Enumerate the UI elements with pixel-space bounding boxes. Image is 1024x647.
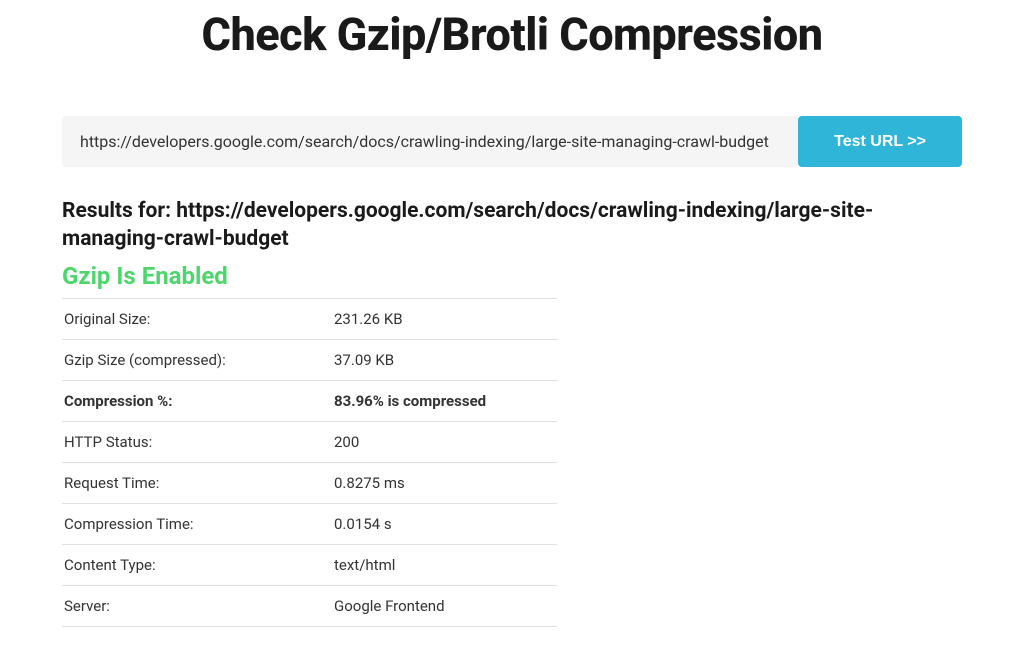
table-row: Original Size:231.26 KB bbox=[62, 298, 557, 339]
result-label: HTTP Status: bbox=[62, 421, 332, 462]
result-value: 0.0154 s bbox=[332, 503, 557, 544]
result-label: Original Size: bbox=[62, 298, 332, 339]
result-value: 37.09 KB bbox=[332, 339, 557, 380]
result-label: Server: bbox=[62, 585, 332, 626]
gzip-status: Gzip Is Enabled bbox=[62, 262, 962, 290]
result-value: 231.26 KB bbox=[332, 298, 557, 339]
result-value: 83.96% is compressed bbox=[332, 380, 557, 421]
result-label: Gzip Size (compressed): bbox=[62, 339, 332, 380]
result-value: 200 bbox=[332, 421, 557, 462]
result-label: Compression %: bbox=[62, 380, 332, 421]
result-value: text/html bbox=[332, 544, 557, 585]
table-row: Gzip Size (compressed):37.09 KB bbox=[62, 339, 557, 380]
results-heading-prefix: Results for: bbox=[62, 199, 176, 223]
page-title: Check Gzip/Brotli Compression bbox=[62, 8, 962, 61]
table-row: Content Type:text/html bbox=[62, 544, 557, 585]
result-value: Google Frontend bbox=[332, 585, 557, 626]
results-url: https://developers.google.com/search/doc… bbox=[62, 199, 873, 251]
result-label: Request Time: bbox=[62, 462, 332, 503]
table-row: HTTP Status:200 bbox=[62, 421, 557, 462]
result-label: Content Type: bbox=[62, 544, 332, 585]
table-row: Server:Google Frontend bbox=[62, 585, 557, 626]
result-label: Compression Time: bbox=[62, 503, 332, 544]
test-url-button[interactable]: Test URL >> bbox=[798, 116, 962, 167]
results-heading: Results for: https://developers.google.c… bbox=[62, 197, 962, 254]
url-input[interactable] bbox=[62, 116, 798, 167]
results-table: Original Size:231.26 KBGzip Size (compre… bbox=[62, 298, 557, 627]
table-row: Request Time:0.8275 ms bbox=[62, 462, 557, 503]
table-row: Compression Time:0.0154 s bbox=[62, 503, 557, 544]
table-row: Compression %:83.96% is compressed bbox=[62, 380, 557, 421]
url-input-row: Test URL >> bbox=[62, 116, 962, 167]
result-value: 0.8275 ms bbox=[332, 462, 557, 503]
